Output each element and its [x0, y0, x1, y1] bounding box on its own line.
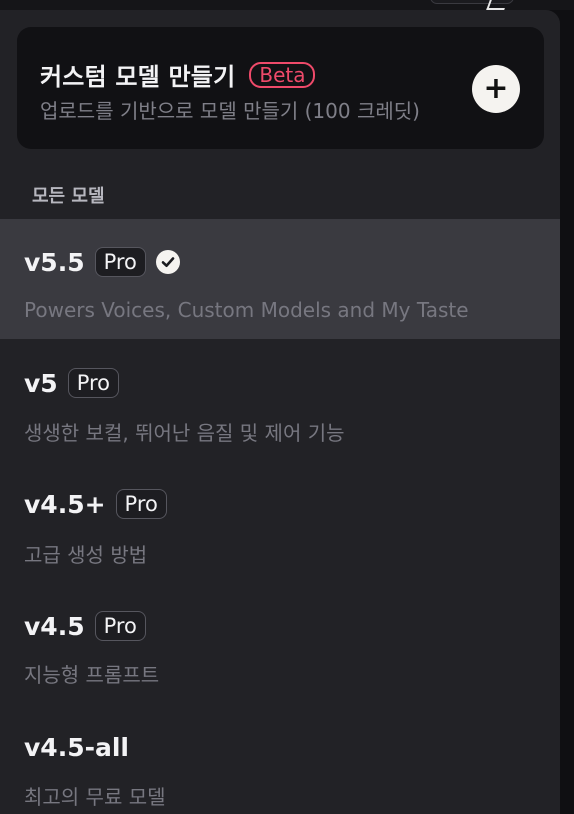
model-description: Powers Voices, Custom Models and My Tast… — [24, 298, 469, 322]
model-selector-panel: 커스텀 모델 만들기 Beta 업로드를 기반으로 모델 만들기 (100 크레… — [0, 10, 560, 814]
custom-model-title-row: 커스텀 모델 만들기 Beta — [40, 57, 316, 92]
model-name: v5.5 — [24, 247, 85, 277]
model-description: 고급 생성 방법 — [24, 543, 148, 567]
model-item-v5[interactable]: v5 Pro 생생한 보컬, 뛰어난 음질 및 제어 기능 — [0, 340, 560, 460]
model-name: v4.5 — [24, 611, 85, 641]
custom-model-card[interactable]: 커스텀 모델 만들기 Beta 업로드를 기반으로 모델 만들기 (100 크레… — [17, 27, 544, 149]
model-title-row: v4.5 Pro — [24, 611, 146, 641]
pro-badge: Pro — [115, 489, 167, 519]
model-title-row: v4.5-all — [24, 733, 129, 762]
check-icon — [155, 250, 180, 274]
cursor-icon — [486, 0, 508, 10]
custom-model-subtitle: 업로드를 기반으로 모델 만들기 (100 크레딧) — [40, 99, 420, 123]
model-description: 지능형 프롬프트 — [24, 663, 160, 687]
plus-icon: + — [483, 71, 509, 106]
all-models-section-label: 모든 모델 — [32, 186, 105, 207]
pro-badge: Pro — [94, 247, 146, 277]
model-name: v4.5+ — [24, 489, 106, 519]
model-name: v4.5-all — [24, 733, 129, 762]
model-name: v5 — [24, 368, 58, 398]
model-item-v4-5[interactable]: v4.5 Pro 지능형 프롬프트 — [0, 583, 560, 703]
model-description: 최고의 무료 모델 — [24, 785, 166, 809]
custom-model-title: 커스텀 모델 만들기 — [40, 63, 236, 91]
scrollbar-track[interactable] — [560, 10, 574, 814]
model-title-row: v4.5+ Pro — [24, 489, 167, 519]
pro-badge: Pro — [94, 611, 146, 641]
model-item-v4-5-plus[interactable]: v4.5+ Pro 고급 생성 방법 — [0, 462, 560, 582]
model-title-row: v5.5 Pro — [24, 247, 180, 277]
model-description: 생생한 보컬, 뛰어난 음질 및 제어 기능 — [24, 421, 345, 445]
beta-badge: Beta — [249, 61, 316, 88]
pro-badge: Pro — [67, 368, 120, 398]
model-item-v5-5[interactable]: v5.5 Pro Powers Voices, Custom Models an… — [0, 219, 560, 339]
model-item-v4-5-all[interactable]: v4.5-all 최고의 무료 모델 — [0, 705, 560, 814]
model-title-row: v5 Pro — [24, 368, 120, 398]
add-custom-model-button[interactable]: + — [472, 65, 520, 113]
